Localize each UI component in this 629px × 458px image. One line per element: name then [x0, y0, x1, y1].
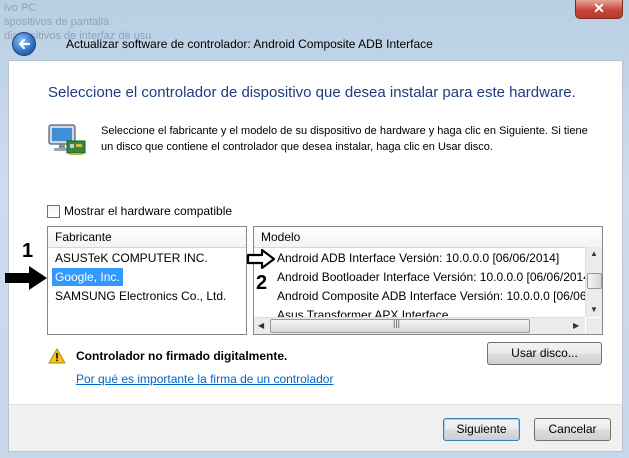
cancel-button[interactable]: Cancelar — [534, 418, 611, 441]
close-button[interactable]: ✕ — [575, 0, 623, 19]
instructions-text: Seleccione el fabricante y el modelo de … — [101, 125, 588, 153]
manufacturer-item-selected[interactable]: Google, Inc. — [52, 268, 123, 286]
background-text: spositivos de pantalla — [4, 16, 110, 28]
scroll-up-icon[interactable]: ▲ — [590, 249, 598, 258]
show-compatible-checkbox[interactable] — [47, 205, 60, 218]
hardware-icon — [48, 124, 86, 155]
model-list-vertical-scrollbar[interactable]: ▲ ▼ — [585, 247, 602, 317]
close-icon: ✕ — [593, 0, 605, 16]
dialog-content: Seleccione el controlador de dispositivo… — [8, 60, 623, 405]
manufacturer-item[interactable]: SAMSUNG Electronics Co., Ltd. — [55, 287, 226, 305]
scroll-down-icon[interactable]: ▼ — [590, 305, 598, 314]
manufacturer-item[interactable]: ASUSTeK COMPUTER INC. — [55, 249, 208, 267]
grip-icon: ||| — [393, 318, 401, 328]
background-text: ivo PC — [4, 2, 37, 14]
driver-signing-help-link[interactable]: Por qué es importante la firma de un con… — [76, 372, 333, 386]
annotation-arrow-icon — [246, 249, 276, 269]
annotation-arrow-icon — [5, 266, 47, 290]
unsigned-driver-warning: Controlador no firmado digitalmente. — [76, 349, 288, 363]
back-button[interactable] — [12, 32, 36, 56]
scrollbar-corner — [586, 318, 602, 334]
page-title: Seleccione el controlador de dispositivo… — [48, 84, 576, 101]
manufacturer-column-header[interactable]: Fabricante — [48, 227, 246, 248]
back-arrow-icon — [18, 38, 31, 50]
model-item[interactable]: Android ADB Interface Versión: 10.0.0.0 … — [277, 249, 559, 267]
show-compatible-label[interactable]: Mostrar el hardware compatible — [64, 204, 232, 218]
scroll-left-icon[interactable]: ◀ — [258, 321, 264, 330]
scroll-right-icon[interactable]: ▶ — [573, 321, 579, 330]
manufacturer-list[interactable]: Fabricante ASUSTeK COMPUTER INC. Google,… — [47, 226, 247, 335]
model-item[interactable]: Android Bootloader Interface Versión: 10… — [277, 268, 593, 286]
vertical-scroll-thumb[interactable] — [587, 273, 602, 289]
model-list[interactable]: Modelo Android ADB Interface Versión: 10… — [253, 226, 603, 335]
window-title: Actualizar software de controlador: Andr… — [66, 37, 433, 51]
next-button[interactable]: Siguiente — [443, 418, 520, 441]
annotation-number-2: 2 — [256, 272, 268, 294]
model-list-horizontal-scrollbar[interactable]: ◀ ||| ▶ — [254, 317, 585, 334]
horizontal-scroll-thumb[interactable]: ||| — [270, 318, 530, 333]
use-disk-button[interactable]: Usar disco... — [487, 342, 602, 365]
model-column-header[interactable]: Modelo — [254, 227, 602, 248]
dialog-footer: Siguiente Cancelar — [8, 404, 623, 452]
annotation-number-1: 1 — [22, 240, 34, 262]
model-item[interactable]: Android Composite ADB Interface Versión:… — [277, 287, 590, 305]
warning-icon — [48, 348, 66, 364]
title-bar: Actualizar software de controlador: Andr… — [8, 28, 621, 60]
